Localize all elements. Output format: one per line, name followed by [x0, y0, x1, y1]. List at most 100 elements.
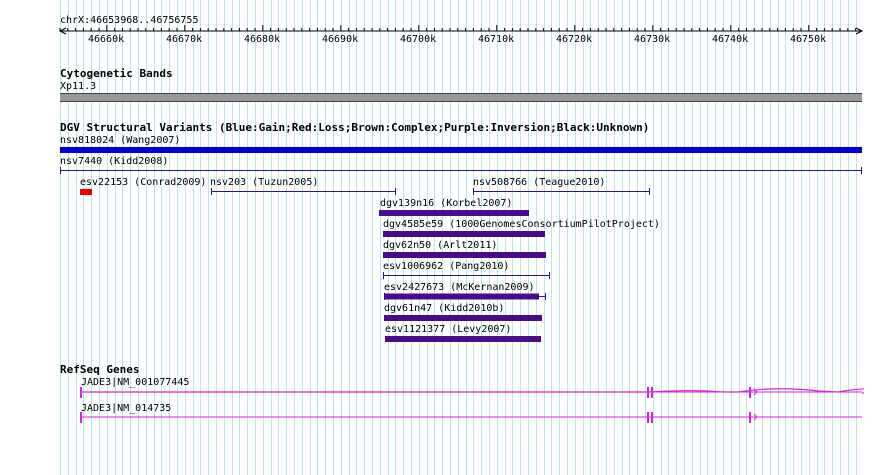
grid-line: [427, 0, 428, 475]
grid-line: [263, 0, 264, 475]
cytoband-label: Xp11.3: [60, 81, 97, 92]
feature-bar-nsv818024[interactable]: [60, 147, 862, 153]
feature-bar-nsv508766[interactable]: [473, 187, 651, 196]
grid-line: [832, 0, 833, 475]
grid-line: [731, 0, 732, 475]
grid-line: [551, 0, 552, 475]
grid-line: [614, 0, 615, 475]
grid-line: [489, 0, 490, 475]
grid-line: [512, 0, 513, 475]
feature-label: esv22153 (Conrad2009): [80, 177, 207, 188]
feature-bar-dgv62n50[interactable]: [383, 252, 546, 258]
grid-line: [372, 0, 373, 475]
genome-browser-view[interactable]: chrX:46653968..46756755 46660k 46670k 4668…: [0, 0, 890, 475]
grid-line: [232, 0, 233, 475]
grid-line: [434, 0, 435, 475]
grid-line: [294, 0, 295, 475]
ruler-ticks: [59, 25, 857, 31]
gene-model-NM_014735[interactable]: [78, 410, 864, 426]
grid-line: [692, 0, 693, 475]
cytoband-bar[interactable]: [60, 93, 862, 102]
gene-model-NM_001077445[interactable]: [78, 385, 864, 401]
grid-line: [286, 0, 287, 475]
grid-line: [317, 0, 318, 475]
grid-line: [208, 0, 209, 475]
grid-line: [817, 0, 818, 475]
grid-line: [676, 0, 677, 475]
grid-line: [395, 0, 396, 475]
grid-line: [707, 0, 708, 475]
grid-line: [380, 0, 381, 475]
feature-bar-nsv7440[interactable]: [60, 166, 863, 175]
grid-line: [411, 0, 412, 475]
grid-line: [700, 0, 701, 475]
grid-line: [629, 0, 630, 475]
ruler-label: 46720k: [556, 34, 593, 45]
feature-bar-dgv4585e59[interactable]: [383, 231, 545, 237]
ruler-label: 46660k: [88, 34, 125, 45]
ruler-label: 46690k: [322, 34, 359, 45]
grid-line: [442, 0, 443, 475]
grid-line: [793, 0, 794, 475]
grid-line: [770, 0, 771, 475]
grid-line: [715, 0, 716, 475]
grid-line: [481, 0, 482, 475]
grid-line: [364, 0, 365, 475]
grid-line: [403, 0, 404, 475]
grid-line: [419, 0, 420, 475]
grid-line: [536, 0, 537, 475]
ruler-label: 46730k: [634, 34, 671, 45]
grid-line: [583, 0, 584, 475]
grid-line: [247, 0, 248, 475]
grid-line: [466, 0, 467, 475]
grid-line: [544, 0, 545, 475]
grid-line: [824, 0, 825, 475]
grid-line: [661, 0, 662, 475]
grid-line: [746, 0, 747, 475]
grid-line: [255, 0, 256, 475]
grid-line: [224, 0, 225, 475]
grid-line: [840, 0, 841, 475]
feature-label: dgv139n16 (Korbel2007): [380, 198, 513, 209]
grid-line: [310, 0, 311, 475]
feature-label: nsv818024 (Wang2007): [60, 135, 181, 146]
grid-line: [668, 0, 669, 475]
grid-line: [645, 0, 646, 475]
grid-line: [606, 0, 607, 475]
feature-bar-dgv139n16[interactable]: [379, 210, 529, 216]
grid-line: [848, 0, 849, 475]
grid-line: [302, 0, 303, 475]
feature-bar-esv1121377[interactable]: [385, 336, 541, 342]
grid-line: [567, 0, 568, 475]
grid-line: [216, 0, 217, 475]
grid-line: [200, 0, 201, 475]
grid-line: [590, 0, 591, 475]
grid-line: [473, 0, 474, 475]
grid-line: [325, 0, 326, 475]
ruler-label: 46750k: [790, 34, 827, 45]
grid-line: [739, 0, 740, 475]
ruler-label: 46670k: [166, 34, 203, 45]
feature-label: dgv4585e59 (1000GenomesConsortiumPilotPr…: [383, 219, 660, 230]
grid-line: [684, 0, 685, 475]
feature-bar-esv1006962[interactable]: [383, 271, 551, 280]
feature-bar-dgv61n47[interactable]: [384, 315, 542, 321]
grid-line: [349, 0, 350, 475]
feature-bar-esv2427673[interactable]: [384, 292, 547, 301]
grid-line: [809, 0, 810, 475]
grid-line: [559, 0, 560, 475]
grid-line: [333, 0, 334, 475]
dgv-track-title: DGV Structural Variants (Blue:Gain;Red:L…: [60, 121, 650, 134]
feature-label: dgv62n50 (Arlt2011): [383, 240, 498, 251]
grid-line: [458, 0, 459, 475]
ruler-label: 46710k: [478, 34, 515, 45]
feature-bar-nsv203[interactable]: [211, 187, 397, 196]
ruler-label: 46700k: [400, 34, 437, 45]
ruler[interactable]: [0, 0, 890, 60]
feature-label: dgv61n47 (Kidd2010b): [384, 303, 505, 314]
grid-line: [497, 0, 498, 475]
grid-line: [528, 0, 529, 475]
grid-line: [778, 0, 779, 475]
grid-line: [723, 0, 724, 475]
feature-bar-esv22153[interactable]: [80, 189, 92, 195]
